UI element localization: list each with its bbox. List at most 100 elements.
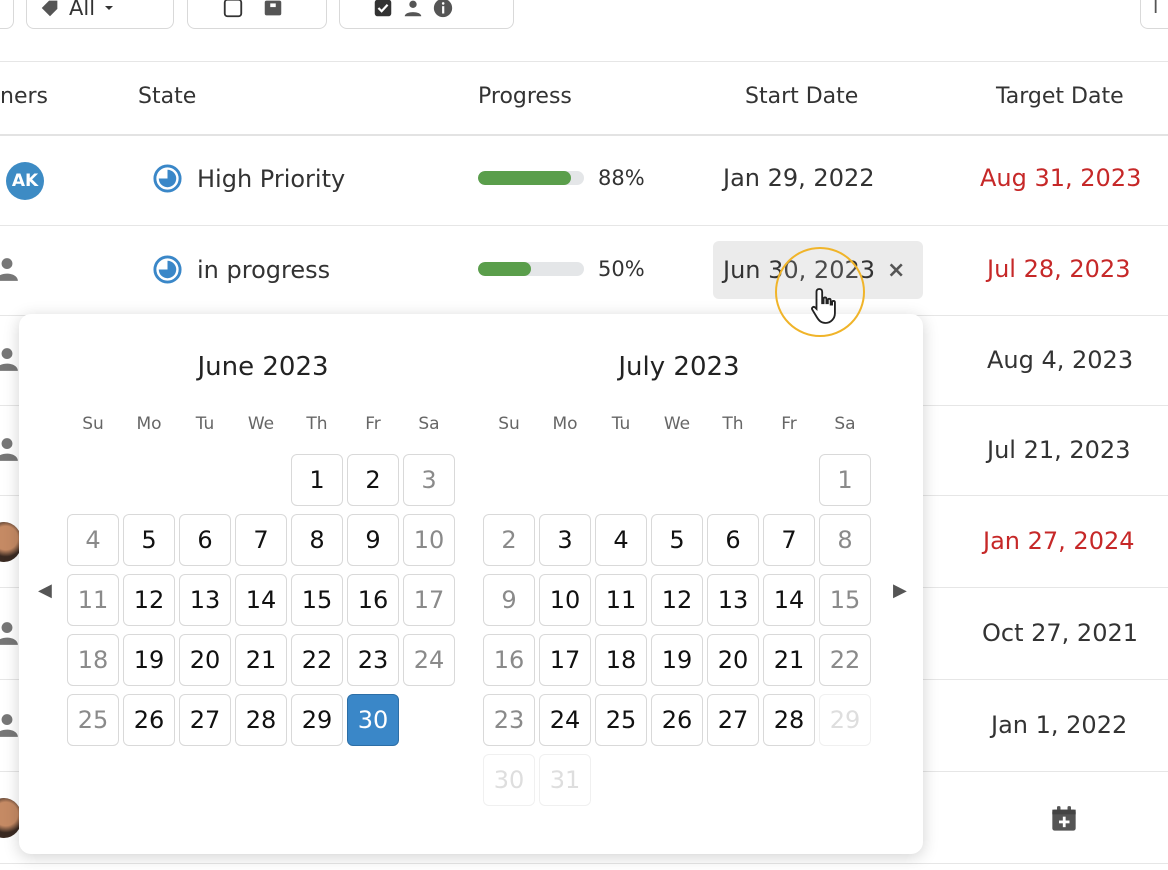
owner-cell[interactable] [0, 346, 20, 372]
target-date-cell[interactable]: Aug 31, 2023 [980, 164, 1141, 192]
calendar-day[interactable]: 9 [483, 574, 535, 626]
target-date-cell[interactable]: Jan 1, 2022 [991, 711, 1127, 739]
calendar-day-selected[interactable]: 30 [347, 694, 399, 746]
target-date-cell[interactable]: Jan 27, 2024 [983, 527, 1135, 555]
calendar-day[interactable]: 27 [179, 694, 231, 746]
avatar: AK [6, 162, 44, 200]
table-row[interactable]: AK High Priority 88% Jan 29, 2022 Aug 31… [0, 136, 1168, 226]
target-date-cell[interactable]: Jul 21, 2023 [987, 436, 1130, 464]
calendar-day[interactable]: 2 [483, 514, 535, 566]
calendar-day[interactable]: 20 [179, 634, 231, 686]
calendar-day[interactable]: 8 [819, 514, 871, 566]
target-date-cell[interactable]: Jul 28, 2023 [987, 255, 1130, 283]
calendar-day[interactable]: 17 [403, 574, 455, 626]
filter-dropdown[interactable]: All [26, 0, 174, 29]
calendar-day[interactable]: 23 [347, 634, 399, 686]
column-header-target-date[interactable]: Target Date [996, 84, 1124, 109]
column-header-owners[interactable]: ners [0, 84, 48, 109]
column-header-progress[interactable]: Progress [478, 84, 572, 109]
target-date-cell[interactable]: Oct 27, 2021 [982, 619, 1138, 647]
owner-cell[interactable] [0, 620, 20, 646]
calendar-day[interactable]: 5 [651, 514, 703, 566]
progress-label: 50% [598, 257, 645, 281]
calendar-day[interactable]: 29 [291, 694, 343, 746]
state-label: in progress [197, 255, 331, 284]
state-cell[interactable]: in progress [152, 254, 330, 285]
owner-cell[interactable] [0, 436, 20, 462]
calendar-day[interactable]: 12 [123, 574, 175, 626]
calendar-day-disabled: 31 [539, 754, 591, 806]
calendar-day[interactable]: 8 [291, 514, 343, 566]
calendar-day[interactable]: 24 [539, 694, 591, 746]
prev-month-button[interactable]: ◀ [38, 580, 52, 601]
clock-circle-icon [153, 164, 182, 193]
calendar-day[interactable]: 21 [763, 634, 815, 686]
calendar-day[interactable]: 26 [123, 694, 175, 746]
column-header-state[interactable]: State [138, 84, 196, 109]
calendar-day[interactable]: 25 [67, 694, 119, 746]
calendar-day[interactable]: 1 [291, 454, 343, 506]
clear-date-button[interactable]: × [887, 258, 905, 283]
column-header-start-date[interactable]: Start Date [745, 84, 858, 109]
calendar-day[interactable]: 26 [651, 694, 703, 746]
calendar-day[interactable]: 15 [291, 574, 343, 626]
month-title: June 2023 [197, 352, 329, 382]
calendar-day[interactable]: 28 [763, 694, 815, 746]
target-date-cell[interactable]: Aug 4, 2023 [987, 346, 1133, 374]
calendar-day[interactable]: 19 [123, 634, 175, 686]
table-row[interactable]: in progress 50% Jul 28, 2023 [0, 226, 1168, 316]
calendar-day[interactable]: 7 [763, 514, 815, 566]
toolbar-button-right-partial[interactable]: I [1140, 0, 1168, 29]
next-month-button[interactable]: ▶ [893, 580, 907, 601]
calendar-day[interactable]: 21 [235, 634, 287, 686]
column-options-button[interactable] [339, 0, 514, 29]
calendar-day[interactable]: 17 [539, 634, 591, 686]
calendar-day[interactable]: 3 [539, 514, 591, 566]
calendar-day[interactable]: 14 [763, 574, 815, 626]
state-cell[interactable]: High Priority [152, 163, 345, 194]
calendar-day[interactable]: 5 [123, 514, 175, 566]
toolbar-button-left-partial[interactable] [0, 0, 14, 29]
calendar-day[interactable]: 1 [819, 454, 871, 506]
calendar-day[interactable]: 15 [819, 574, 871, 626]
calendar-day[interactable]: 16 [483, 634, 535, 686]
calendar-day[interactable]: 22 [819, 634, 871, 686]
calendar-day[interactable]: 27 [707, 694, 759, 746]
calendar-day[interactable]: 28 [235, 694, 287, 746]
view-toggle-button[interactable] [187, 0, 327, 29]
calendar-day[interactable]: 10 [539, 574, 591, 626]
calendar-day[interactable]: 4 [67, 514, 119, 566]
calendar-day[interactable]: 13 [707, 574, 759, 626]
target-date: Jan 27, 2024 [983, 527, 1135, 555]
calendar-day[interactable]: 2 [347, 454, 399, 506]
calendar-day[interactable]: 3 [403, 454, 455, 506]
calendar-day[interactable]: 16 [347, 574, 399, 626]
calendar-day[interactable]: 18 [595, 634, 647, 686]
calendar-day[interactable]: 9 [347, 514, 399, 566]
calendar-day[interactable]: 18 [67, 634, 119, 686]
calendar-day[interactable]: 4 [595, 514, 647, 566]
calendar-day[interactable]: 13 [179, 574, 231, 626]
calendar-plus-icon[interactable] [1050, 805, 1078, 833]
owner-cell[interactable] [0, 256, 20, 282]
calendar-day[interactable]: 20 [707, 634, 759, 686]
calendar-day[interactable]: 22 [291, 634, 343, 686]
calendar-day[interactable]: 10 [403, 514, 455, 566]
calendar-day[interactable]: 6 [707, 514, 759, 566]
filter-label: All [69, 0, 96, 20]
weekday-label: Th [306, 414, 328, 434]
calendar-day[interactable]: 19 [651, 634, 703, 686]
owner-cell[interactable] [0, 712, 20, 738]
calendar-day[interactable]: 23 [483, 694, 535, 746]
calendar-day[interactable]: 14 [235, 574, 287, 626]
clock-circle-icon [153, 255, 182, 284]
calendar-day[interactable]: 25 [595, 694, 647, 746]
calendar-day[interactable]: 6 [179, 514, 231, 566]
calendar-day[interactable]: 11 [595, 574, 647, 626]
calendar-day[interactable]: 24 [403, 634, 455, 686]
calendar-day[interactable]: 12 [651, 574, 703, 626]
calendar-day[interactable]: 11 [67, 574, 119, 626]
owner-cell[interactable]: AK [6, 162, 44, 200]
start-date-cell[interactable]: Jan 29, 2022 [723, 164, 875, 192]
calendar-day[interactable]: 7 [235, 514, 287, 566]
